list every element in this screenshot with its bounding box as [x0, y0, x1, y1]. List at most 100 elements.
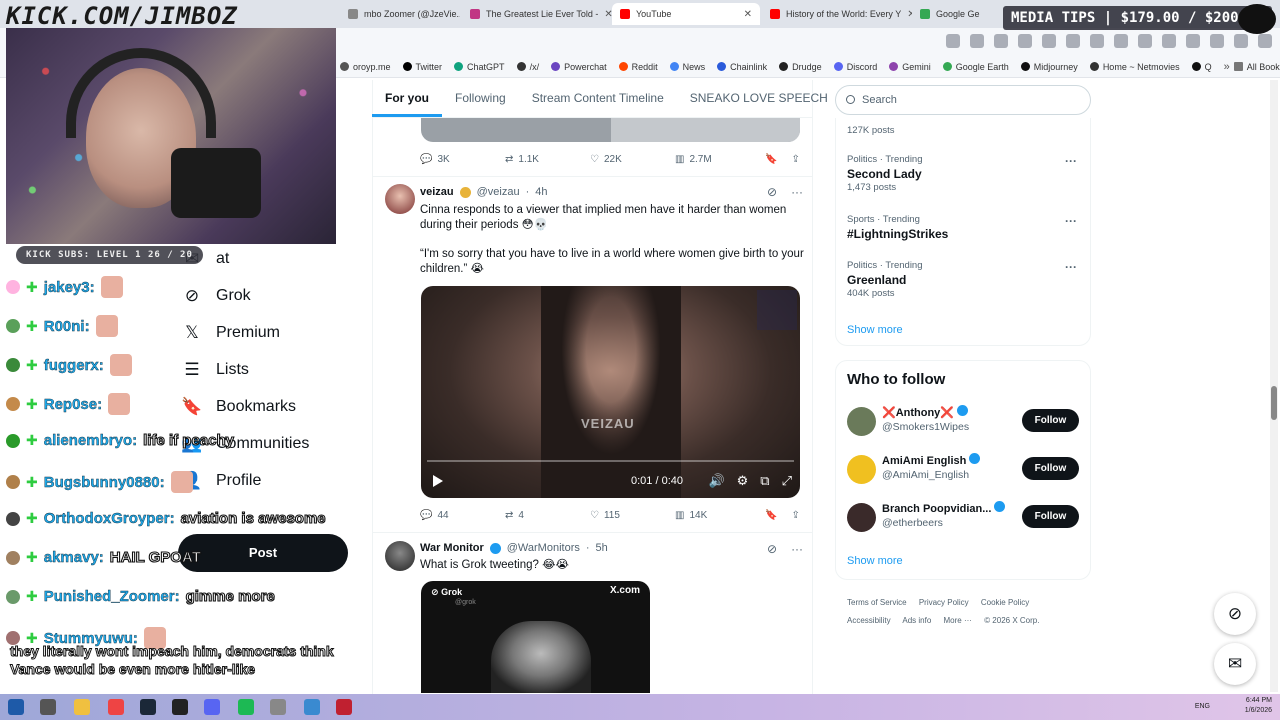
chevron-right-icon[interactable]: »	[1224, 61, 1230, 73]
show-more-link[interactable]: Show more	[847, 555, 903, 567]
star-icon[interactable]	[994, 34, 1008, 48]
trend-item[interactable]: Politics · Trending Second Lady 1,473 post…	[847, 154, 1077, 193]
browser-tab[interactable]: Google Ge	[912, 3, 1002, 25]
footer-link[interactable]: Ads info	[902, 616, 931, 625]
more-icon[interactable]: ···	[1065, 260, 1077, 274]
author-name[interactable]: War Monitor	[420, 542, 484, 554]
fullscreen-icon[interactable]: ⤢	[782, 473, 792, 489]
follow-suggestion[interactable]: ❌Anthony❌ @Smokers1Wipes Follow	[847, 405, 1082, 441]
chat-username[interactable]: Bugsbunny0880:	[44, 473, 165, 490]
account-name[interactable]: AmiAmi English	[882, 453, 981, 467]
task-view-icon[interactable]	[40, 699, 56, 715]
footer-link[interactable]: Cookie Policy	[981, 598, 1029, 607]
footer-link[interactable]: Accessibility	[847, 616, 891, 625]
avatar[interactable]	[847, 503, 876, 532]
extension-icon[interactable]	[1138, 34, 1152, 48]
share-icon[interactable]: ⇪	[791, 510, 799, 521]
avatar[interactable]	[385, 541, 415, 571]
bookmark-item[interactable]: oroyp.me	[340, 62, 391, 72]
repost-button[interactable]: ⇄ 4	[505, 510, 590, 521]
sidepanel-icon[interactable]	[1186, 34, 1200, 48]
file-explorer-icon[interactable]	[74, 699, 90, 715]
chat-username[interactable]: jakey3:	[44, 278, 95, 295]
steam-icon[interactable]	[140, 699, 156, 715]
volume-icon[interactable]: 🔊	[708, 473, 724, 489]
author-name[interactable]: veizau	[420, 186, 454, 198]
chat-username[interactable]: akmavy:	[44, 549, 104, 566]
messages-fab-button[interactable]: ✉	[1214, 643, 1256, 685]
windows-start-icon[interactable]	[8, 699, 24, 715]
settings-icon[interactable]: ⚙	[737, 473, 749, 489]
chat-username[interactable]: R00ni:	[44, 317, 90, 334]
tab-for-you[interactable]: For you	[372, 80, 442, 117]
author-handle[interactable]: @veizau	[477, 186, 520, 198]
reply-button[interactable]: 💬 44	[420, 510, 505, 521]
tab-following[interactable]: Following	[442, 80, 519, 117]
bookmark-item[interactable]: Twitter	[402, 62, 442, 72]
follow-suggestion[interactable]: Branch Poopvidian... @etherbeers Follow	[847, 501, 1082, 537]
chat-username[interactable]: Rep0se:	[44, 395, 103, 412]
nav-item-premium[interactable]: 𝕏 Premium	[182, 314, 352, 351]
bookmark-item[interactable]: Drudge	[779, 62, 822, 72]
footer-link[interactable]: Privacy Policy	[919, 598, 969, 607]
chat-username[interactable]: alienembryo:	[44, 432, 138, 449]
download-icon[interactable]	[1210, 34, 1224, 48]
all-bookmarks[interactable]: All Bookmarks	[1233, 62, 1280, 72]
like-button[interactable]: ♡ 22K	[590, 154, 675, 165]
like-button[interactable]: ♡ 115	[590, 510, 675, 521]
close-icon[interactable]: ✕	[604, 9, 612, 20]
bookmark-icon[interactable]: 🔖	[765, 510, 777, 521]
scrollbar-thumb[interactable]	[1271, 386, 1277, 420]
play-icon[interactable]	[433, 475, 443, 487]
nav-item-profile[interactable]: 👤 Profile	[181, 462, 352, 499]
zoom-icon[interactable]	[970, 34, 984, 48]
reply-button[interactable]: 💬 3K	[420, 154, 505, 165]
telegram-icon[interactable]	[304, 699, 320, 715]
views-button[interactable]: ▥ 14K	[675, 510, 765, 521]
browser-tab[interactable]: History of the World: Every Y ✕	[762, 3, 912, 25]
browser-tab[interactable]: mbo Zoomer (@JzeVie... ✕	[340, 3, 460, 25]
account-name[interactable]: ❌Anthony❌	[882, 405, 969, 419]
bookmark-item[interactable]: Home ~ Netmovies	[1089, 62, 1180, 72]
menu-icon[interactable]	[1258, 34, 1272, 48]
extension-icon[interactable]	[1114, 34, 1128, 48]
video-player[interactable]: VEIZAU 0:01 / 0:40 🔊 ⚙ ⧉ ⤢	[421, 286, 800, 498]
app-icon[interactable]	[336, 699, 352, 715]
bookmark-item[interactable]: Q	[1191, 62, 1212, 72]
bookmark-item[interactable]: Reddit	[618, 62, 658, 72]
clock-time[interactable]: 6:44 PM	[1245, 696, 1272, 706]
profile-icon[interactable]	[1234, 34, 1248, 48]
extension-icon[interactable]	[1042, 34, 1056, 48]
page-scrollbar[interactable]	[1270, 80, 1278, 692]
picture-in-picture-icon[interactable]: ⧉	[760, 473, 769, 489]
views-button[interactable]: ▥ 2.7M	[675, 154, 765, 165]
trend-item[interactable]: Politics · Trending Greenland 404K posts ··…	[847, 260, 1077, 299]
bookmark-item[interactable]: Discord	[833, 62, 877, 72]
grok-icon[interactable]: ⊘	[767, 185, 777, 199]
chat-username[interactable]: Punished_Zoomer:	[44, 588, 180, 605]
follow-button[interactable]: Follow	[1022, 409, 1079, 432]
puzzle-icon[interactable]	[1162, 34, 1176, 48]
author-handle[interactable]: @WarMonitors	[507, 542, 580, 554]
extension-icon[interactable]	[1090, 34, 1104, 48]
embedded-post-card[interactable]: ⊘ Grok @grok X.com	[421, 581, 650, 693]
grok-fab-button[interactable]: ⊘	[1214, 593, 1256, 635]
follow-button[interactable]: Follow	[1022, 457, 1079, 480]
language-indicator[interactable]: ENG	[1195, 702, 1210, 712]
tab-stream-content[interactable]: Stream Content Timeline	[519, 80, 677, 117]
bookmark-item[interactable]: Google Earth	[942, 62, 1009, 72]
tweet-time[interactable]: 4h	[535, 186, 547, 198]
nav-item-chat[interactable]: ✉ at	[182, 240, 352, 277]
cast-icon[interactable]	[946, 34, 960, 48]
avatar[interactable]	[847, 455, 876, 484]
browser-tab-active[interactable]: YouTube ✕	[612, 3, 760, 25]
extension-icon[interactable]	[1066, 34, 1080, 48]
nav-item-lists[interactable]: ☰ Lists	[182, 351, 352, 388]
clock-date[interactable]: 1/6/2026	[1245, 706, 1272, 716]
browser-tab[interactable]: The Greatest Lie Ever Told - ✕	[462, 3, 612, 25]
previous-tweet-media[interactable]	[421, 118, 800, 142]
nav-item-grok[interactable]: ⊘ Grok	[182, 277, 352, 314]
app-icon[interactable]	[172, 699, 188, 715]
avatar[interactable]	[385, 184, 415, 214]
close-icon[interactable]: ✕	[744, 9, 752, 20]
